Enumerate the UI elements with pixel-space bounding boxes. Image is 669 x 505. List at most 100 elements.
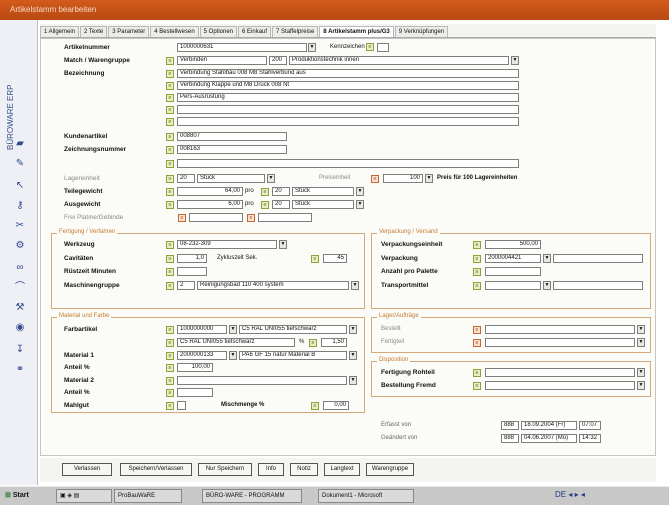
tab-staffelpreise[interactable]: 7 Staffelpreise [272, 26, 319, 37]
fertigung-rohteil-dropdown[interactable]: ▼ [637, 368, 645, 377]
kennzeichen-checkbox[interactable] [377, 43, 389, 52]
bestellt-dropdown[interactable]: ▼ [637, 325, 645, 334]
artikelnummer-dropdown[interactable]: ▼ [308, 43, 316, 52]
verpackung-name-field[interactable] [553, 254, 643, 263]
lagereinheit-dropdown[interactable]: ▼ [267, 174, 275, 183]
bezeichnung-icon[interactable]: ≡ [166, 70, 174, 78]
farbe2-icon[interactable]: ≡ [166, 339, 174, 347]
farbe-percent-icon[interactable]: ≡ [309, 339, 317, 347]
preiseinheit-icon[interactable]: ≡ [371, 175, 379, 183]
bezeichnung-line-5[interactable] [177, 117, 519, 126]
farbe-percent-field[interactable]: 1,50 [321, 338, 347, 347]
fertigung-rohteil-field[interactable] [485, 368, 635, 377]
ruestzeit-field[interactable] [177, 267, 207, 276]
tab-verknuepfungen[interactable]: 9 Verknüpfungen [394, 26, 449, 37]
tab-optionen[interactable]: 5 Optionen [199, 26, 238, 37]
material2-icon[interactable]: ≡ [166, 377, 174, 385]
ausgewicht-icon[interactable]: ≡ [166, 201, 174, 209]
tool-icon[interactable]: ⚒ [14, 302, 26, 314]
farbartikel-name-dropdown[interactable]: ▼ [349, 325, 357, 334]
tab-bestellwesen[interactable]: 4 Bestellwesen [150, 26, 199, 37]
material1-name-dropdown[interactable]: ▼ [349, 351, 357, 360]
lagereinheit-unit[interactable]: 20 [177, 174, 195, 183]
anteil2-icon[interactable]: ≡ [166, 389, 174, 397]
verpackungseinheit-field[interactable]: 500,00 [485, 240, 541, 249]
maschinengruppe-name[interactable]: Reinigungsbad 110 400 system [197, 281, 349, 290]
fertigung-rohteil-icon[interactable]: ≡ [473, 369, 481, 377]
mahlgut-checkbox[interactable] [177, 401, 186, 410]
ausgewicht-unit-name[interactable]: Stück [292, 200, 354, 209]
zykluszeit-field[interactable]: 45 [323, 254, 347, 263]
mischmenge-field[interactable]: 0,00 [323, 401, 349, 410]
warengruppe-nr-field[interactable]: 200 [269, 56, 287, 65]
bestellung-fremd-field[interactable] [485, 381, 635, 390]
farbartikel-field[interactable]: 1000000000 [177, 325, 227, 334]
link2-icon[interactable]: ⚭ [14, 364, 26, 376]
hook-icon[interactable]: ⌒ [14, 282, 26, 294]
bestellung-fremd-icon[interactable]: ≡ [473, 382, 481, 390]
verpackung-field[interactable]: 2000004421 [485, 254, 541, 263]
material2-field[interactable] [177, 376, 347, 385]
start-button[interactable]: ⊞ Start [2, 489, 36, 503]
teilegewicht-icon[interactable]: ≡ [166, 188, 174, 196]
verpackung-icon[interactable]: ≡ [473, 255, 481, 263]
ausgewicht-unit[interactable]: 20 [272, 200, 290, 209]
pencil-icon[interactable]: ✎ [14, 158, 26, 170]
kennzeichen-icon[interactable]: ≡ [366, 43, 374, 51]
preiseinheit-dropdown[interactable]: ▼ [425, 174, 433, 183]
drop-icon[interactable]: ◉ [14, 322, 26, 334]
bestellung-fremd-dropdown[interactable]: ▼ [637, 381, 645, 390]
warengruppe-name-field[interactable]: Produktionstechnik innen [289, 56, 509, 65]
zykluszeit-icon[interactable]: ≡ [311, 255, 319, 263]
artikelnummer-field[interactable]: 1000000631 [177, 43, 307, 52]
transportmittel-dropdown[interactable]: ▼ [543, 281, 551, 290]
teilegewicht-field[interactable]: 64,00 [177, 187, 243, 196]
tab-einkauf[interactable]: 6 Einkauf [238, 26, 272, 37]
teilegewicht-unit[interactable]: 20 [272, 187, 290, 196]
verpackungseinheit-icon[interactable]: ≡ [473, 241, 481, 249]
tab-artikelstamm-plus[interactable]: 8 Artikelstamm plus/G3 [319, 26, 394, 37]
ruestzeit-icon[interactable]: ≡ [166, 268, 174, 276]
transportmittel-icon[interactable]: ≡ [473, 282, 481, 290]
bezeichnung-icon-3[interactable]: ≡ [166, 94, 174, 102]
transportmittel-field[interactable] [485, 281, 541, 290]
task-buero-ware[interactable]: BÜRO-WARE - PROGRAMM [202, 489, 302, 503]
tab-texte[interactable]: 2 Texte [80, 26, 108, 37]
task-dokument1[interactable]: Dokument1 - Microsoft [318, 489, 414, 503]
bezeichnung-icon-5[interactable]: ≡ [166, 118, 174, 126]
key-icon[interactable]: ⚷ [14, 200, 26, 212]
speichern-verlassen-button[interactable]: Speichern/Verlassen [120, 463, 192, 476]
warengruppe-button[interactable]: Warengruppe [366, 463, 414, 476]
farbe2-field[interactable]: C5 RAL UNI055 tiefschwarz [177, 338, 295, 347]
material1-dropdown[interactable]: ▼ [229, 351, 237, 360]
arrow-down-icon[interactable]: ↧ [14, 344, 26, 356]
notiz-button[interactable]: Notiz [290, 463, 318, 476]
kundenartikel-icon[interactable]: ≡ [166, 133, 174, 141]
preiseinheit-field[interactable]: 100 [383, 174, 423, 183]
anteil1-icon[interactable]: ≡ [166, 364, 174, 372]
fertigteil-field[interactable] [485, 338, 635, 347]
zeichnungsnummer-field[interactable]: 008163 [177, 145, 287, 154]
maschinengruppe-dropdown[interactable]: ▼ [351, 281, 359, 290]
warengruppe-dropdown[interactable]: ▼ [511, 56, 519, 65]
kundenartikel-field[interactable]: 008807 [177, 132, 287, 141]
bezeichnung-line-1[interactable]: Verbindung Stahlbau 008 M8 Stahlverbund … [177, 69, 519, 78]
bezeichnung-line-3[interactable]: Pers-Ausrüstung [177, 93, 519, 102]
nur-speichern-button[interactable]: Nur Speichern [198, 463, 252, 476]
farbartikel-icon[interactable]: ≡ [166, 326, 174, 334]
material2-dropdown[interactable]: ▼ [349, 376, 357, 385]
werkzeug-field[interactable]: 08-232-309 [177, 240, 277, 249]
anteil1-field[interactable]: 100,00 [177, 363, 213, 372]
lagereinheit-name[interactable]: Stück [197, 174, 265, 183]
verpackung-dropdown[interactable]: ▼ [543, 254, 551, 263]
material1-name[interactable]: PA6 GF 15 natur Material B [239, 351, 347, 360]
mahlgut-icon[interactable]: ≡ [166, 402, 174, 410]
extra-field-icon[interactable]: ≡ [166, 160, 174, 168]
task-probauware[interactable]: ProBauWaRE [114, 489, 182, 503]
zeichnungsnummer-icon[interactable]: ≡ [166, 146, 174, 154]
anzahl-palette-icon[interactable]: ≡ [473, 268, 481, 276]
system-tray-icons[interactable]: DE ◂ ▸ ◂ [555, 490, 585, 499]
folder-icon[interactable]: ▰ [14, 138, 26, 150]
scissors-icon[interactable]: ✂ [14, 220, 26, 232]
material1-icon[interactable]: ≡ [166, 352, 174, 360]
